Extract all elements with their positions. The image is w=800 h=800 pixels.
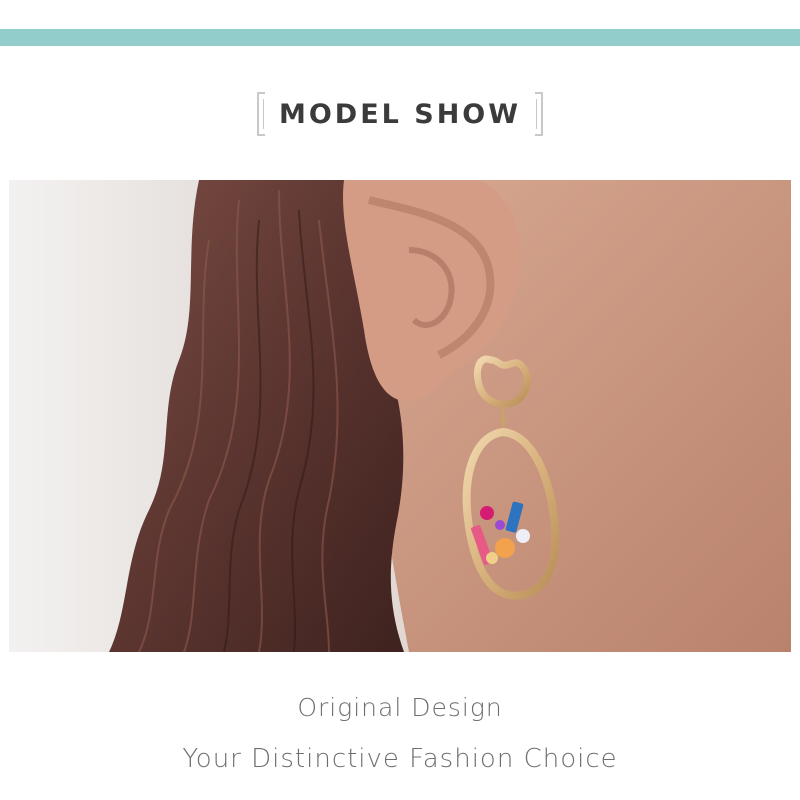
section-header: MODEL SHOW bbox=[0, 88, 800, 140]
section-title: MODEL SHOW bbox=[278, 98, 522, 130]
top-accent-bar bbox=[0, 29, 800, 46]
caption-original-design: Original Design bbox=[297, 693, 503, 722]
caption-fashion-choice: Your Distinctive Fashion Choice bbox=[182, 744, 618, 774]
model-photo bbox=[9, 180, 791, 652]
left-bracket-decoration bbox=[256, 92, 265, 136]
right-bracket-decoration bbox=[535, 92, 544, 136]
